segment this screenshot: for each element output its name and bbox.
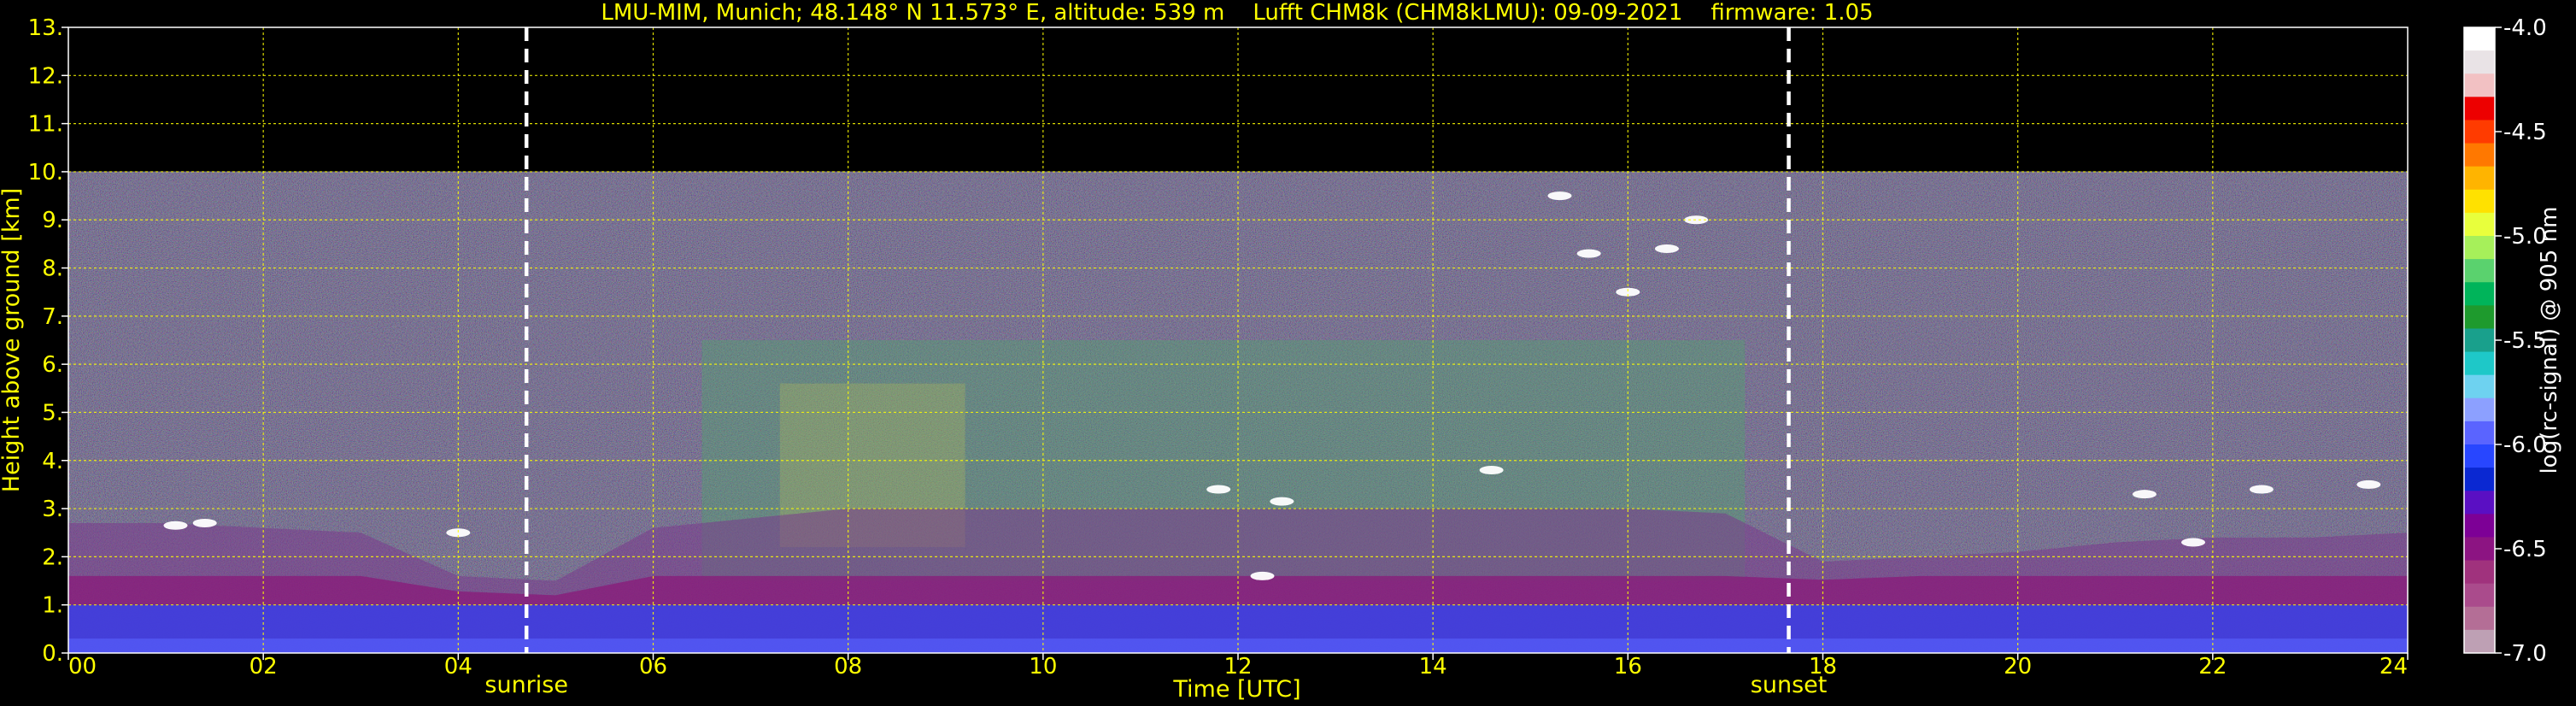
x-tick-label: 24 [2379, 654, 2408, 680]
y-tick-label: 13. [28, 15, 63, 41]
y-tick-label: 9. [42, 208, 63, 233]
y-tick-label: 2. [42, 544, 63, 570]
x-tick-label: 02 [249, 654, 278, 680]
colorbar-swatch [2464, 351, 2495, 376]
colorbar-swatch [2464, 328, 2495, 353]
y-tick-label: 6. [42, 352, 63, 378]
colorbar-tick-label: -4.5 [2503, 120, 2547, 145]
y-tick-label: 12. [28, 63, 63, 89]
y-tick-label: 4. [42, 449, 63, 474]
colorbar-tick-label: -6.5 [2503, 537, 2547, 562]
cloud-return [2181, 538, 2206, 547]
cloud-return [1576, 249, 1601, 258]
colorbar-tick-label: -7.0 [2503, 641, 2547, 667]
ceilometer-chart: LMU-MIM, Munich; 48.148° N 11.573° E, al… [0, 0, 2576, 706]
colorbar-swatch [2464, 606, 2495, 631]
y-tick-label: 10. [28, 160, 63, 185]
plot-area: sunrise sunset [67, 26, 2409, 698]
colorbar-swatch [2464, 74, 2495, 97]
colorbar-swatch [2464, 583, 2495, 608]
cloud-return [1206, 485, 1231, 494]
colorbar-swatch [2464, 305, 2495, 329]
colorbar-swatch [2464, 374, 2495, 399]
colorbar-swatch [2464, 629, 2495, 654]
cloud-return [2356, 479, 2381, 489]
colorbar-swatch [2464, 120, 2495, 144]
colorbar-label: log(rc-signal) @ 905 nm [2537, 207, 2562, 474]
cloud-return [192, 518, 217, 527]
colorbar-swatch [2464, 444, 2495, 468]
colorbar-tick-label: -4.0 [2503, 15, 2547, 41]
colorbar-swatch [2464, 50, 2495, 74]
colorbar-swatch [2464, 189, 2495, 214]
colorbar-swatch [2464, 236, 2495, 260]
colorbar-swatch [2464, 166, 2495, 191]
y-tick-label: 1. [42, 593, 63, 619]
x-axis-label: Time [UTC] [1172, 676, 1300, 703]
cloud-return [163, 521, 188, 530]
cloud-return [1547, 191, 1572, 201]
x-tick-label: 22 [2198, 654, 2227, 680]
x-tick-label: 10 [1029, 654, 1057, 680]
y-tick-label: 8. [42, 256, 63, 282]
colorbar-swatch [2464, 212, 2495, 237]
colorbar-swatch [2464, 282, 2495, 306]
colorbar-swatch [2464, 397, 2495, 422]
x-tick-label: 18 [1809, 654, 1837, 680]
colorbar-swatch [2464, 97, 2495, 121]
colorbar-swatch [2464, 560, 2495, 585]
cloud-return [1270, 497, 1294, 506]
x-tick-label: 20 [2004, 654, 2032, 680]
near-ground-layer [68, 638, 2408, 653]
x-tick-label: 14 [1419, 654, 1447, 680]
cloud-return [1654, 244, 1679, 254]
cloud-return [1250, 571, 1275, 580]
x-tick-label: 00 [68, 654, 97, 680]
colorbar-swatch [2464, 514, 2495, 538]
y-tick-label: 7. [42, 304, 63, 330]
sunrise-label: sunrise [484, 672, 568, 698]
x-tick-label: 08 [834, 654, 862, 680]
y-tick-label: 11. [28, 112, 63, 138]
cloud-return [1479, 466, 1504, 475]
y-tick-label: 3. [42, 497, 63, 522]
colorbar-swatch [2464, 143, 2495, 168]
x-tick-label: 04 [444, 654, 472, 680]
y-tick-label: 5. [42, 400, 63, 426]
chart-title: LMU-MIM, Munich; 48.148° N 11.573° E, al… [601, 0, 1873, 26]
y-axis-label: Height above ground [km] [0, 188, 25, 492]
colorbar-swatch [2464, 27, 2495, 51]
cloud-return [2132, 490, 2156, 499]
colorbar-swatch [2464, 259, 2495, 283]
y-tick-label: 0. [42, 641, 63, 667]
x-tick-label: 06 [639, 654, 667, 680]
x-tick-label: 16 [1614, 654, 1642, 680]
colorbar-swatch [2464, 421, 2495, 445]
colorbar-swatch [2464, 537, 2495, 562]
colorbar-swatch [2464, 491, 2495, 515]
cloud-return [2249, 485, 2274, 494]
colorbar-swatch [2464, 468, 2495, 491]
